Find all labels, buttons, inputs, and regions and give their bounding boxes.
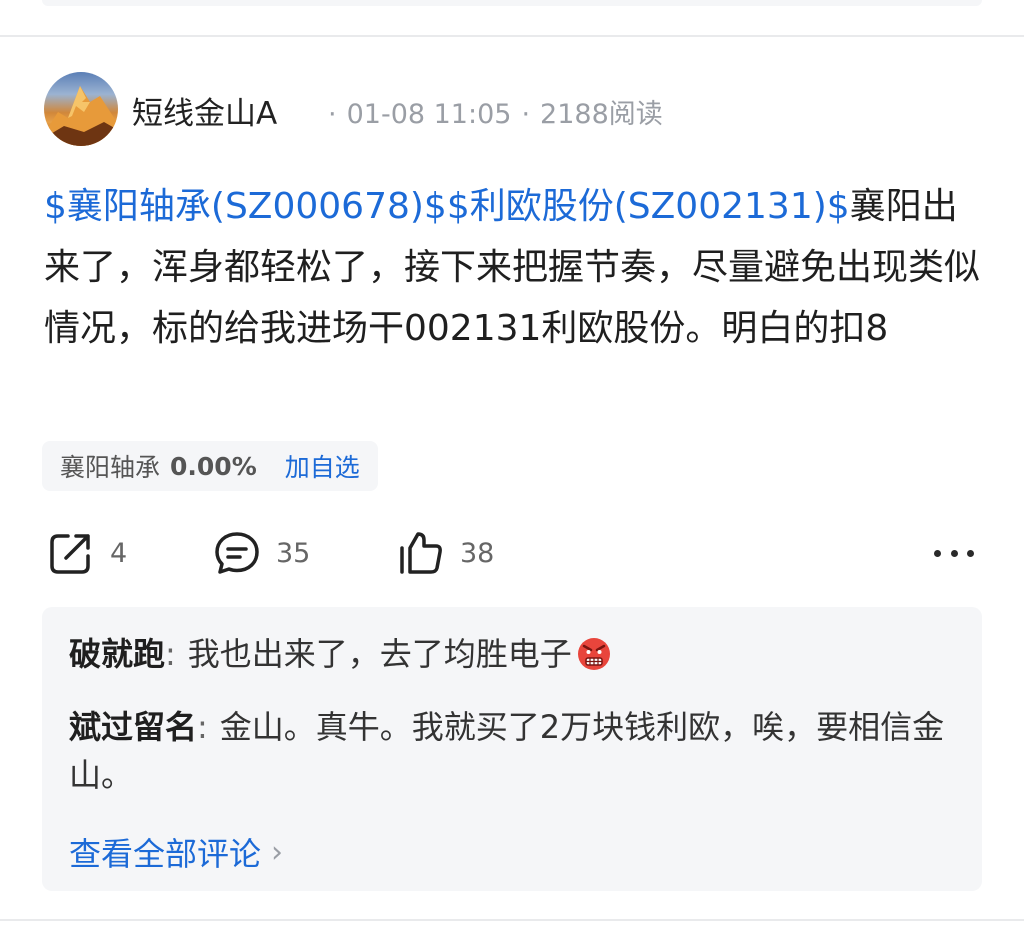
angry-face-emoji-icon [577, 638, 610, 670]
author-name[interactable]: 短线金山A [132, 88, 277, 133]
post-views: 2188阅读 [540, 99, 663, 130]
chevron-right-icon: › [271, 834, 284, 870]
comment-icon [215, 532, 259, 574]
comment-author[interactable]: 破就跑 [69, 635, 165, 673]
stock-chip[interactable]: 襄阳轴承 0.00% 加自选 [42, 441, 378, 491]
comment-author[interactable]: 斌过留名 [69, 708, 197, 746]
comment-text: 我也出来了，去了均胜电子 [187, 635, 572, 673]
stock-chip-name: 襄阳轴承 [60, 453, 161, 482]
comment-count: 35 [276, 537, 311, 569]
share-count: 4 [110, 537, 128, 569]
thumbs-up-icon [400, 532, 442, 574]
stock-link-xiangyang[interactable]: $襄阳轴承(SZ000678)$ [44, 186, 447, 227]
view-all-comments-link[interactable]: 查看全部评论 › [69, 829, 283, 875]
stock-chip-change: 0.00% [170, 451, 257, 481]
like-button[interactable]: 38 [396, 528, 494, 578]
divider-bottom [0, 919, 1024, 921]
comment-button[interactable]: 35 [212, 528, 310, 578]
divider-top [0, 35, 1024, 37]
meta-dot: · [521, 99, 531, 130]
post-body: $襄阳轴承(SZ000678)$$利欧股份(SZ002131)$襄阳出来了，浑身… [44, 176, 984, 359]
view-all-comments-label: 查看全部评论 [69, 835, 262, 873]
comment-separator: : [165, 635, 176, 673]
author-avatar[interactable] [44, 72, 118, 146]
comment-item[interactable]: 破就跑: 我也出来了，去了均胜电子 [69, 630, 949, 678]
post-date: 01-08 11:05 [346, 99, 512, 130]
previous-card-bottom [42, 0, 982, 6]
meta-dot: · [328, 99, 337, 130]
more-dot [934, 549, 941, 557]
share-button[interactable]: 4 [46, 528, 127, 578]
more-options-button[interactable] [934, 538, 974, 568]
mountain-image [44, 86, 118, 146]
stock-link-liou[interactable]: $利欧股份(SZ002131)$ [447, 186, 850, 227]
add-to-watchlist-button[interactable]: 加自选 [285, 448, 360, 484]
more-dot [967, 549, 974, 557]
comments-panel: 破就跑: 我也出来了，去了均胜电子 斌过留名: 金山。真牛。我就买了2万块钱利欧，唉… [42, 607, 982, 891]
post-meta: · 01-08 11:05 · 2188阅读 [318, 92, 663, 131]
more-dot [950, 549, 958, 557]
comment-separator: : [197, 708, 208, 746]
share-icon [50, 534, 90, 574]
like-count: 38 [460, 537, 495, 569]
comment-item[interactable]: 斌过留名: 金山。真牛。我就买了2万块钱利欧，唉，要相信金山。 [69, 703, 949, 799]
